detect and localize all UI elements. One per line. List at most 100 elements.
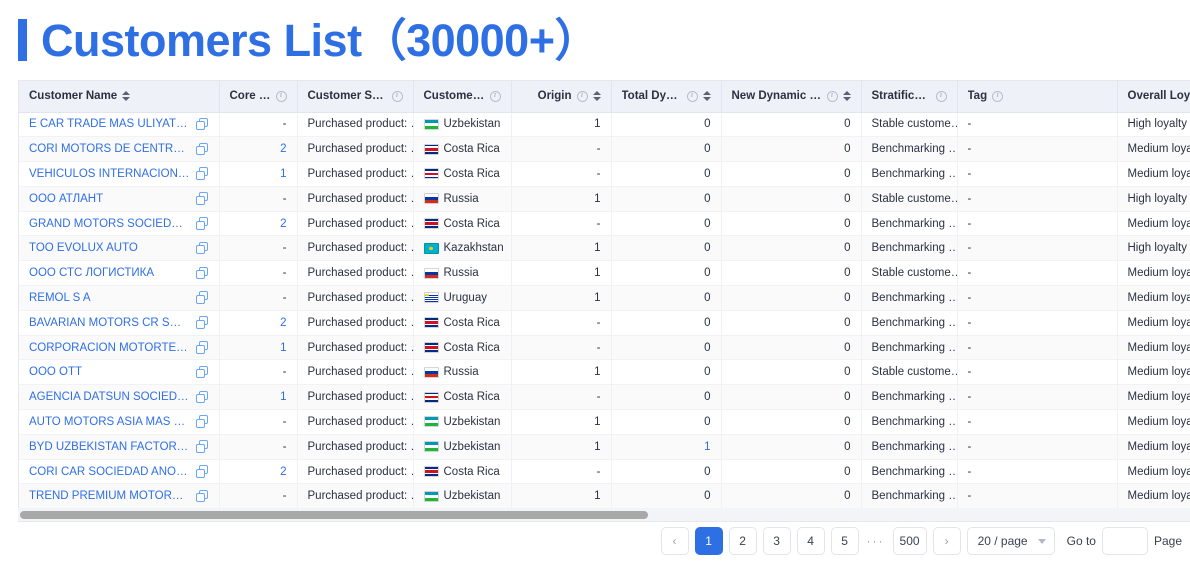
sort-icon[interactable]: [593, 91, 601, 101]
cell-customer-name[interactable]: ООО СТС ЛОГИСТИКА: [19, 261, 219, 286]
customer-name-link[interactable]: CORPORACION MOTORTEC SOCIE…: [29, 342, 190, 354]
copy-icon[interactable]: [196, 167, 209, 180]
cell-customer-name[interactable]: GRAND MOTORS SOCIEDAD ANO…: [19, 211, 219, 236]
pagination-next-button[interactable]: ›: [933, 527, 961, 555]
copy-icon[interactable]: [196, 143, 209, 156]
pagination-last-page-button[interactable]: 500: [893, 527, 927, 555]
pagination-prev-button[interactable]: ‹: [661, 527, 689, 555]
customers-table-container[interactable]: Customer NameCore Pro…Customer SourceCus…: [18, 80, 1190, 512]
info-icon[interactable]: [687, 91, 698, 102]
cell-customer-name[interactable]: TOO EVOLUX AUTO: [19, 236, 219, 261]
cell-customer-source: Purchased product: …: [297, 236, 413, 261]
copy-icon[interactable]: [196, 465, 209, 478]
copy-icon[interactable]: [196, 490, 209, 503]
customer-name-link[interactable]: TREND PREMIUM MOTORS MAS …: [29, 490, 190, 502]
cell-customer-name[interactable]: TREND PREMIUM MOTORS MAS …: [19, 484, 219, 509]
pagination-page-button[interactable]: 3: [763, 527, 791, 555]
info-icon[interactable]: [827, 91, 838, 102]
table-row[interactable]: REMOL S A-Purchased product: …Uruguay100…: [19, 286, 1190, 311]
sort-icon[interactable]: [703, 91, 711, 101]
customer-name-link[interactable]: AGENCIA DATSUN SOCIEDAD ANO…: [29, 391, 190, 403]
copy-icon[interactable]: [196, 192, 209, 205]
cell-customer-name[interactable]: VEHICULOS INTERNACIONALES V…: [19, 162, 219, 187]
customer-name-link[interactable]: BYD UZBEKISTAN FACTORY MAS …: [29, 441, 190, 453]
table-row[interactable]: GRAND MOTORS SOCIEDAD ANO…2Purchased pro…: [19, 211, 1190, 236]
copy-icon[interactable]: [196, 316, 209, 329]
cell-customer-country: Uruguay: [413, 286, 511, 311]
copy-icon[interactable]: [196, 366, 209, 379]
copy-icon[interactable]: [196, 217, 209, 230]
pagination-page-button[interactable]: 2: [729, 527, 757, 555]
table-row[interactable]: TOO EVOLUX AUTO-Purchased product: …Kaza…: [19, 236, 1190, 261]
table-row[interactable]: ООО СТС ЛОГИСТИКА-Purchased product: …Ru…: [19, 261, 1190, 286]
table-row[interactable]: CORPORACION MOTORTEC SOCIE…1Purchased pr…: [19, 335, 1190, 360]
table-row[interactable]: CORI MOTORS DE CENTROAMERI…2Purchased pr…: [19, 137, 1190, 162]
customer-name-link[interactable]: AUTO MOTORS ASIA MAS ULIYATI…: [29, 416, 190, 428]
column-header-new-dynamic-n[interactable]: New Dynamic N…: [721, 81, 861, 112]
country-name: Russia: [444, 193, 479, 205]
pagination-page-button[interactable]: 1: [695, 527, 723, 555]
sort-icon[interactable]: [843, 91, 851, 101]
copy-icon[interactable]: [196, 341, 209, 354]
table-row[interactable]: AGENCIA DATSUN SOCIEDAD ANO…1Purchased p…: [19, 385, 1190, 410]
copy-icon[interactable]: [196, 440, 209, 453]
info-icon[interactable]: [936, 91, 947, 102]
cell-customer-name[interactable]: E CAR TRADE MAS ULIYATI CHEK…: [19, 112, 219, 137]
customer-name-link[interactable]: E CAR TRADE MAS ULIYATI CHEK…: [29, 118, 190, 130]
info-icon[interactable]: [577, 91, 588, 102]
horizontal-scrollbar[interactable]: [18, 508, 1190, 522]
cell-customer-name[interactable]: ООО ОТТ: [19, 360, 219, 385]
info-icon[interactable]: [392, 91, 403, 102]
cell-customer-name[interactable]: BAVARIAN MOTORS CR SOCIEDA…: [19, 310, 219, 335]
cell-customer-name[interactable]: AUTO MOTORS ASIA MAS ULIYATI…: [19, 410, 219, 435]
info-icon[interactable]: [490, 91, 501, 102]
overall-loyalty-value: Medium loyalty: [1128, 441, 1190, 453]
overall-loyalty-value: Medium loyalty: [1128, 391, 1190, 403]
info-icon[interactable]: [992, 91, 1003, 102]
customer-name-link[interactable]: TOO EVOLUX AUTO: [29, 242, 138, 254]
customer-name-link[interactable]: GRAND MOTORS SOCIEDAD ANO…: [29, 218, 190, 230]
pagination-page-button[interactable]: 5: [831, 527, 859, 555]
info-icon[interactable]: [276, 91, 287, 102]
column-header-total-dyna[interactable]: Total Dyna…: [611, 81, 721, 112]
cell-customer-name[interactable]: ООО АТЛАНТ: [19, 186, 219, 211]
sort-icon[interactable]: [122, 91, 130, 101]
cell-customer-name[interactable]: AGENCIA DATSUN SOCIEDAD ANO…: [19, 385, 219, 410]
table-row[interactable]: ООО ОТТ-Purchased product: …Russia100Sta…: [19, 360, 1190, 385]
cell-customer-name[interactable]: CORI CAR SOCIEDAD ANONIMA: [19, 459, 219, 484]
copy-icon[interactable]: [196, 267, 209, 280]
copy-icon[interactable]: [196, 391, 209, 404]
column-header-origin[interactable]: Origin: [511, 81, 611, 112]
table-row[interactable]: ООО АТЛАНТ-Purchased product: …Russia100…: [19, 186, 1190, 211]
customer-name-link[interactable]: ООО СТС ЛОГИСТИКА: [29, 267, 154, 279]
customer-name-link[interactable]: ООО ОТТ: [29, 366, 82, 378]
table-row[interactable]: VEHICULOS INTERNACIONALES V…1Purchased p…: [19, 162, 1190, 187]
customer-source-value: Purchased product: …: [308, 416, 414, 428]
table-row[interactable]: BYD UZBEKISTAN FACTORY MAS …-Purchased p…: [19, 434, 1190, 459]
customer-name-link[interactable]: REMOL S A: [29, 292, 91, 304]
cell-customer-name[interactable]: CORI MOTORS DE CENTROAMERI…: [19, 137, 219, 162]
cell-customer-country: Uzbekistan: [413, 112, 511, 137]
column-header-customer-name[interactable]: Customer Name: [19, 81, 219, 112]
table-row[interactable]: AUTO MOTORS ASIA MAS ULIYATI…-Purchased …: [19, 410, 1190, 435]
cell-customer-name[interactable]: CORPORACION MOTORTEC SOCIE…: [19, 335, 219, 360]
copy-icon[interactable]: [196, 242, 209, 255]
table-row[interactable]: TREND PREMIUM MOTORS MAS …-Purchased pro…: [19, 484, 1190, 509]
horizontal-scrollbar-thumb[interactable]: [20, 511, 648, 519]
copy-icon[interactable]: [196, 291, 209, 304]
pagination-page-button[interactable]: 4: [797, 527, 825, 555]
table-row[interactable]: CORI CAR SOCIEDAD ANONIMA2Purchased prod…: [19, 459, 1190, 484]
customer-name-link[interactable]: CORI CAR SOCIEDAD ANONIMA: [29, 466, 190, 478]
table-row[interactable]: BAVARIAN MOTORS CR SOCIEDA…2Purchased pr…: [19, 310, 1190, 335]
customer-name-link[interactable]: ООО АТЛАНТ: [29, 193, 103, 205]
customer-name-link[interactable]: VEHICULOS INTERNACIONALES V…: [29, 168, 190, 180]
cell-customer-name[interactable]: BYD UZBEKISTAN FACTORY MAS …: [19, 434, 219, 459]
customer-name-link[interactable]: CORI MOTORS DE CENTROAMERI…: [29, 143, 190, 155]
goto-page-input[interactable]: [1102, 527, 1148, 555]
copy-icon[interactable]: [196, 118, 209, 131]
copy-icon[interactable]: [196, 415, 209, 428]
table-row[interactable]: E CAR TRADE MAS ULIYATI CHEK…-Purchased …: [19, 112, 1190, 137]
cell-customer-name[interactable]: REMOL S A: [19, 286, 219, 311]
page-size-select[interactable]: 20 / page: [967, 527, 1055, 555]
customer-name-link[interactable]: BAVARIAN MOTORS CR SOCIEDA…: [29, 317, 190, 329]
